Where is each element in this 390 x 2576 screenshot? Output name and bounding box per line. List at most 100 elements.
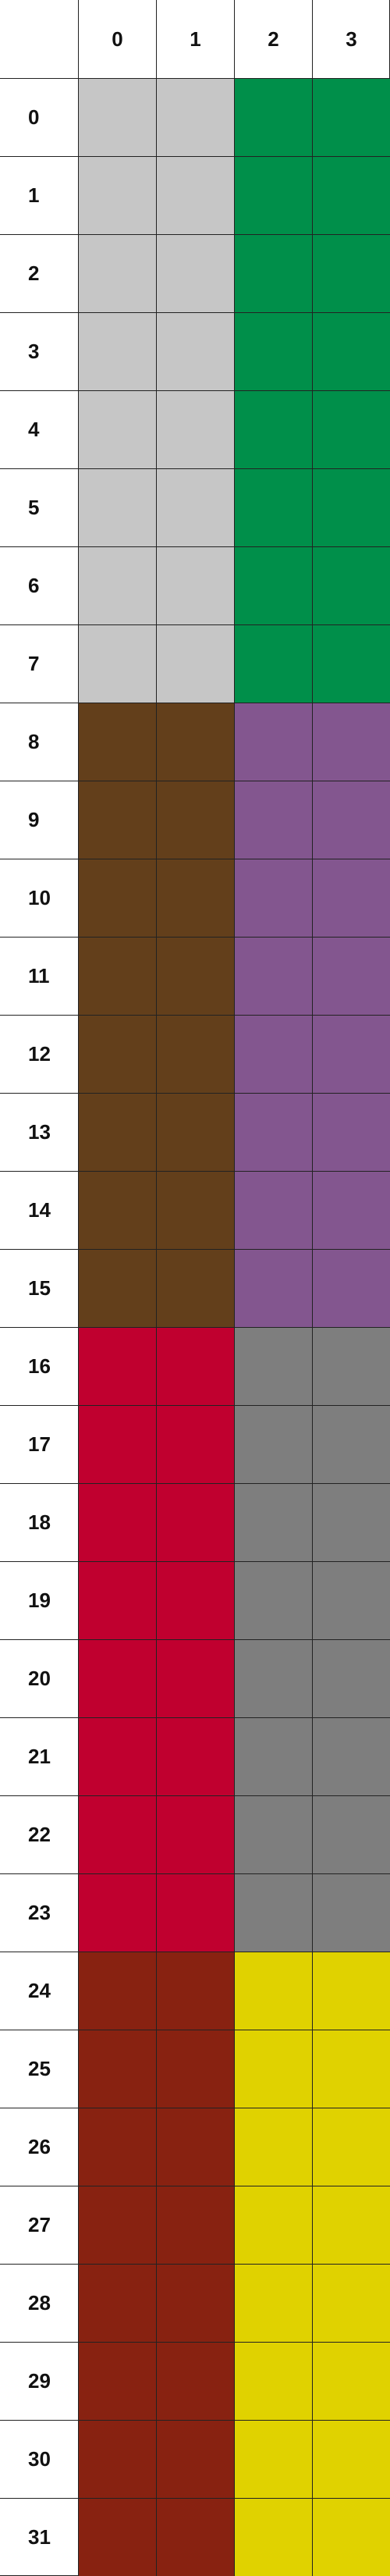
grid-cell-r8-c2 <box>234 703 312 781</box>
grid-corner <box>0 0 78 78</box>
row-header-28: 28 <box>0 2264 78 2342</box>
row-header-14: 14 <box>0 1171 78 1249</box>
row-header-13: 13 <box>0 1093 78 1171</box>
row-header-27: 27 <box>0 2186 78 2264</box>
grid-cell-r3-c2 <box>234 312 312 390</box>
grid-cell-r15-c3 <box>312 1249 390 1327</box>
grid-cell-r13-c0 <box>78 1093 156 1171</box>
grid-cell-r4-c1 <box>156 390 234 468</box>
grid-cell-r10-c2 <box>234 859 312 937</box>
grid-cell-r1-c0 <box>78 156 156 234</box>
row-header-0: 0 <box>0 78 78 156</box>
row-header-2: 2 <box>0 234 78 312</box>
grid-cell-r9-c3 <box>312 781 390 859</box>
grid-cell-r31-c2 <box>234 2498 312 2576</box>
grid-cell-r0-c3 <box>312 78 390 156</box>
grid-cell-r2-c3 <box>312 234 390 312</box>
grid-cell-r7-c0 <box>78 624 156 703</box>
grid-cell-r4-c0 <box>78 390 156 468</box>
grid-cell-r10-c3 <box>312 859 390 937</box>
row-header-12: 12 <box>0 1015 78 1093</box>
grid-cell-r28-c2 <box>234 2264 312 2342</box>
grid-cell-r14-c2 <box>234 1171 312 1249</box>
grid-cell-r15-c0 <box>78 1249 156 1327</box>
grid-cell-r12-c1 <box>156 1015 234 1093</box>
grid-cell-r14-c3 <box>312 1171 390 1249</box>
grid-cell-r8-c3 <box>312 703 390 781</box>
row-header-21: 21 <box>0 1717 78 1795</box>
grid-cell-r0-c1 <box>156 78 234 156</box>
grid-cell-r6-c2 <box>234 546 312 624</box>
grid-cell-r6-c0 <box>78 546 156 624</box>
grid-cell-r3-c1 <box>156 312 234 390</box>
row-header-24: 24 <box>0 1952 78 2030</box>
row-header-10: 10 <box>0 859 78 937</box>
row-header-18: 18 <box>0 1483 78 1561</box>
row-header-26: 26 <box>0 2108 78 2186</box>
grid-cell-r8-c0 <box>78 703 156 781</box>
row-header-15: 15 <box>0 1249 78 1327</box>
row-header-6: 6 <box>0 546 78 624</box>
grid-cell-r25-c3 <box>312 2030 390 2108</box>
grid-cell-r16-c2 <box>234 1327 312 1405</box>
grid-cell-r29-c0 <box>78 2342 156 2420</box>
grid-cell-r23-c0 <box>78 1873 156 1952</box>
grid-cell-r20-c2 <box>234 1639 312 1717</box>
grid-cell-r13-c3 <box>312 1093 390 1171</box>
grid-cell-r4-c3 <box>312 390 390 468</box>
grid-cell-r0-c2 <box>234 78 312 156</box>
grid-cell-r18-c1 <box>156 1483 234 1561</box>
grid-cell-r20-c1 <box>156 1639 234 1717</box>
row-header-16: 16 <box>0 1327 78 1405</box>
grid-cell-r1-c3 <box>312 156 390 234</box>
grid-cell-r15-c2 <box>234 1249 312 1327</box>
grid-cell-r25-c2 <box>234 2030 312 2108</box>
grid-cell-r16-c3 <box>312 1327 390 1405</box>
grid-cell-r2-c0 <box>78 234 156 312</box>
row-header-20: 20 <box>0 1639 78 1717</box>
grid-cell-r18-c2 <box>234 1483 312 1561</box>
grid-cell-r11-c0 <box>78 937 156 1015</box>
grid-cell-r31-c1 <box>156 2498 234 2576</box>
grid-cell-r30-c0 <box>78 2420 156 2498</box>
grid-cell-r5-c0 <box>78 468 156 546</box>
grid-cell-r9-c2 <box>234 781 312 859</box>
grid-cell-r9-c1 <box>156 781 234 859</box>
grid-cell-r5-c1 <box>156 468 234 546</box>
grid-cell-r18-c0 <box>78 1483 156 1561</box>
grid-cell-r27-c3 <box>312 2186 390 2264</box>
column-header-2: 2 <box>234 0 312 78</box>
row-header-31: 31 <box>0 2498 78 2576</box>
grid-cell-r26-c3 <box>312 2108 390 2186</box>
grid-cell-r19-c1 <box>156 1561 234 1639</box>
grid-cell-r8-c1 <box>156 703 234 781</box>
grid-cell-r19-c2 <box>234 1561 312 1639</box>
grid-cell-r22-c1 <box>156 1795 234 1873</box>
row-header-29: 29 <box>0 2342 78 2420</box>
grid-cell-r16-c0 <box>78 1327 156 1405</box>
row-header-25: 25 <box>0 2030 78 2108</box>
grid-cell-r22-c3 <box>312 1795 390 1873</box>
grid-cell-r5-c2 <box>234 468 312 546</box>
grid-cell-r11-c3 <box>312 937 390 1015</box>
grid-cell-r30-c1 <box>156 2420 234 2498</box>
row-header-3: 3 <box>0 312 78 390</box>
grid-cell-r28-c1 <box>156 2264 234 2342</box>
grid-cell-r13-c2 <box>234 1093 312 1171</box>
grid-cell-r14-c0 <box>78 1171 156 1249</box>
row-header-30: 30 <box>0 2420 78 2498</box>
row-header-1: 1 <box>0 156 78 234</box>
grid-cell-r27-c1 <box>156 2186 234 2264</box>
grid-cell-r19-c3 <box>312 1561 390 1639</box>
grid-cell-r24-c3 <box>312 1952 390 2030</box>
grid-cell-r2-c1 <box>156 234 234 312</box>
grid-cell-r30-c3 <box>312 2420 390 2498</box>
grid-cell-r29-c1 <box>156 2342 234 2420</box>
grid-cell-r22-c0 <box>78 1795 156 1873</box>
grid-cell-r19-c0 <box>78 1561 156 1639</box>
color-grid: 0 1 2 3 0 1 2 3 4 5 6 7 8 9 10 11 12 13 14 15 16 17 18 19 20 21 22… <box>0 0 390 2576</box>
grid-cell-r17-c2 <box>234 1405 312 1483</box>
grid-cell-r24-c1 <box>156 1952 234 2030</box>
grid-cell-r21-c2 <box>234 1717 312 1795</box>
grid-cell-r14-c1 <box>156 1171 234 1249</box>
